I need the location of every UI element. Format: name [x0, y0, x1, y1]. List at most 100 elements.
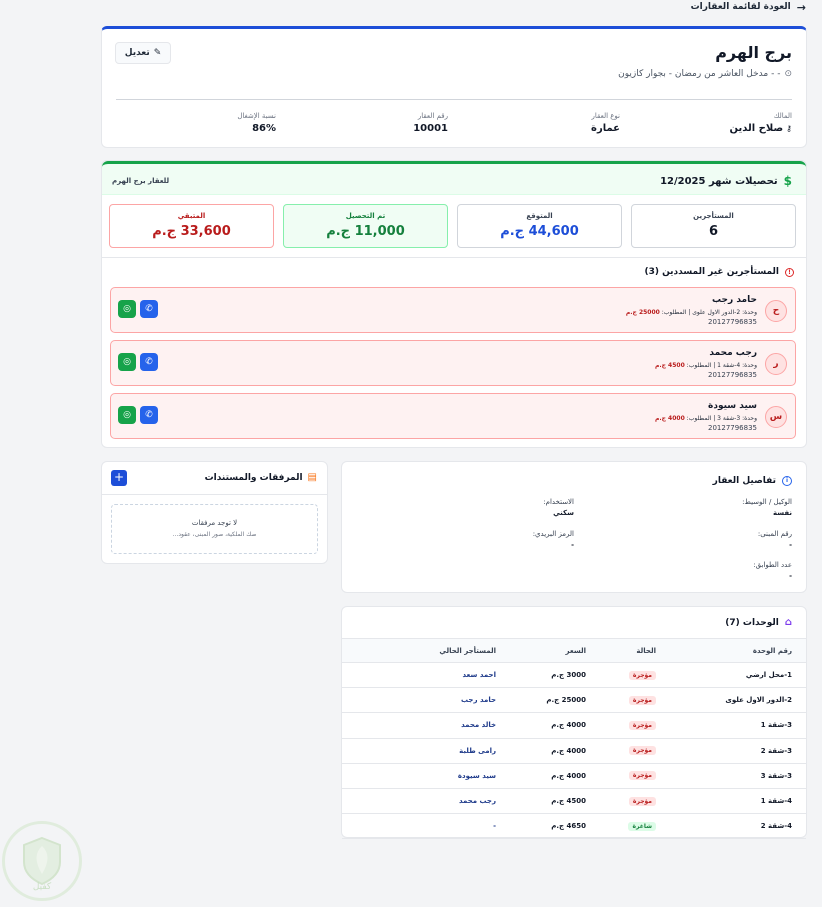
- unit-status: شاغرة: [586, 813, 656, 840]
- call-button[interactable]: ✆: [140, 406, 158, 424]
- avatar: ر: [765, 353, 787, 375]
- attachments-title: ▤ المرفقات والمستندات: [205, 472, 317, 483]
- unpaid-tenant-row: ح حامد رجب وحدة: 2-الدور الاول علوى | ال…: [110, 287, 796, 333]
- table-row[interactable]: 3-شقة 2 مؤجرة 4000 ج.م رامى طلبة: [342, 738, 806, 764]
- empty-hint: صك الملكية، صور المبنى، عقود...: [172, 531, 257, 538]
- collections-header: $ تحصيلات شهر 12/2025 للعقار برج الهرم: [102, 161, 806, 195]
- stat-expected-value: 44,600 ج.م: [500, 224, 579, 239]
- tenant-phone: 20127796835: [708, 371, 757, 379]
- meta-occupancy-value: 86%: [252, 123, 276, 134]
- property-header-card: برج الهرم ⊙ - - مدخل العاشر من رمضان - ب…: [101, 26, 807, 148]
- table-row[interactable]: 2-الدور الاول علوى مؤجرة 25000 ج.م حامد …: [342, 687, 806, 714]
- unit-tenant[interactable]: -: [342, 813, 496, 840]
- edit-icon: ✎: [153, 48, 162, 58]
- dollar-icon: $: [783, 174, 792, 188]
- status-badge: مؤجرة: [628, 796, 656, 806]
- add-attachment-button[interactable]: +: [111, 470, 127, 486]
- tenant-amount-due: 4000 ج.م: [654, 415, 685, 422]
- unit-tenant[interactable]: رجب محمد: [342, 788, 496, 815]
- stat-tenants-label: المستأجرين: [693, 212, 734, 220]
- col-status: الحالة: [586, 638, 656, 663]
- collections-divider: [102, 257, 806, 258]
- empty-title: لا توجد مرفقات: [191, 519, 238, 527]
- tenant-unit-info: وحدة: 3-شقة 3 | المطلوب:: [686, 415, 757, 422]
- unpaid-heading-text: المستأجرين غير المسددين (3): [644, 267, 779, 277]
- whatsapp-button[interactable]: ◎: [118, 300, 136, 318]
- unit-tenant[interactable]: سيد سيودة: [342, 763, 496, 789]
- table-row[interactable]: 3-شقة 1 مؤجرة 4000 ج.م خالد محمد: [342, 712, 806, 739]
- meta-occupancy: نسبة الإشغال 86%: [237, 112, 276, 134]
- user-key-icon: ⚷: [786, 124, 792, 133]
- collections-card: $ تحصيلات شهر 12/2025 للعقار برج الهرم ا…: [101, 160, 807, 448]
- field-postal-value: -: [571, 541, 574, 549]
- tenant-amount-due: 25000 ج.م: [625, 309, 660, 316]
- phone-icon: ✆: [145, 410, 153, 420]
- unpaid-tenant-row: ر رجب محمد وحدة: 4-شقة 1 | المطلوب: 4500…: [110, 340, 796, 386]
- units-title: ⌂ الوحدات (7): [725, 617, 792, 628]
- unit-tenant[interactable]: رامى طلبة: [342, 738, 496, 764]
- stat-expected: المتوقع 44,600 ج.م: [457, 204, 622, 248]
- back-to-properties-link[interactable]: → العودة لقائمة العقارات: [691, 0, 806, 14]
- stat-remaining: المتبقي 33,600 ج.م: [109, 204, 274, 248]
- document-icon: ▤: [307, 472, 317, 483]
- details-title-text: تفاصيل العقار: [712, 476, 776, 486]
- meta-number: رقم العقار 10001: [413, 112, 448, 134]
- tenant-phone: 20127796835: [708, 424, 757, 432]
- unit-tenant[interactable]: خالد محمد: [342, 712, 496, 739]
- field-building-no-label: رقم المبنى:: [757, 530, 792, 538]
- owner-name: صلاح الدين: [729, 123, 784, 134]
- units-header-row: رقم الوحدة الحالة السعر المستأجر الحالي: [342, 638, 806, 663]
- field-agent-label: الوكيل / الوسيط:: [742, 498, 792, 506]
- unit-status: مؤجرة: [586, 763, 656, 789]
- table-row[interactable]: 3-شقة 3 مؤجرة 4000 ج.م سيد سيودة: [342, 763, 806, 789]
- attachments-divider: [102, 494, 327, 495]
- field-agent-value: نفسة: [772, 509, 792, 517]
- property-address: ⊙ - - مدخل العاشر من رمضان - بجوار كازيو…: [618, 69, 792, 79]
- whatsapp-button[interactable]: ◎: [118, 406, 136, 424]
- property-title: برج الهرم: [715, 43, 792, 62]
- whatsapp-icon: ◎: [123, 304, 131, 314]
- unit-tenant[interactable]: حامد رجب: [342, 687, 496, 714]
- meta-type-value: عمارة: [591, 123, 620, 134]
- address-text: - - مدخل العاشر من رمضان - بجوار كازيون: [618, 69, 781, 79]
- call-button[interactable]: ✆: [140, 353, 158, 371]
- info-icon: i: [782, 476, 792, 486]
- units-table: رقم الوحدة الحالة السعر المستأجر الحالي …: [342, 638, 806, 840]
- meta-owner: المالك ⚷ صلاح الدين: [729, 112, 792, 134]
- col-price: السعر: [496, 638, 586, 663]
- field-usage: الاستخدام: سكني: [543, 498, 574, 517]
- table-row[interactable]: 1-محل ارضي مؤجرة 3000 ج.م احمد سعد: [342, 662, 806, 689]
- collections-subtitle: للعقار برج الهرم: [112, 177, 170, 185]
- status-badge: مؤجرة: [628, 695, 656, 705]
- table-row[interactable]: 4-شقة 2 شاغرة 4650 ج.م -: [342, 813, 806, 840]
- status-badge: مؤجرة: [628, 720, 656, 730]
- details-title: i تفاصيل العقار: [713, 476, 792, 486]
- stat-collected-value: 11,000 ج.م: [326, 224, 405, 239]
- status-badge: شاغرة: [628, 821, 656, 831]
- tenant-name: سيد سيودة: [708, 401, 757, 411]
- header-divider: [116, 99, 792, 100]
- unit-number: 3-شقة 3: [656, 763, 806, 789]
- field-floors: عدد الطوابق: -: [753, 561, 792, 580]
- stat-collected-label: تم التحصيل: [345, 212, 386, 220]
- meta-owner-label: المالك: [773, 112, 792, 120]
- units-card: ⌂ الوحدات (7) رقم الوحدة الحالة السعر ال…: [341, 606, 807, 840]
- tenant-phone: 20127796835: [708, 318, 757, 326]
- stat-tenants-value: 6: [708, 224, 719, 239]
- edit-property-button[interactable]: ✎ تعديل: [115, 42, 171, 64]
- call-button[interactable]: ✆: [140, 300, 158, 318]
- unit-price: 25000 ج.م: [496, 687, 586, 714]
- tenant-name: رجب محمد: [709, 348, 757, 358]
- table-row[interactable]: 4-شقة 1 مؤجرة 4500 ج.م رجب محمد: [342, 788, 806, 815]
- col-current-tenant: المستأجر الحالي: [342, 638, 496, 663]
- avatar: ح: [765, 300, 787, 322]
- unit-tenant[interactable]: احمد سعد: [342, 662, 496, 689]
- attachments-empty-state: لا توجد مرفقات صك الملكية، صور المبنى، ع…: [111, 504, 318, 554]
- unit-status: مؤجرة: [586, 712, 656, 739]
- whatsapp-button[interactable]: ◎: [118, 353, 136, 371]
- meta-number-value: 10001: [413, 123, 448, 134]
- meta-owner-value: ⚷ صلاح الدين: [729, 123, 792, 134]
- field-building-no-value: -: [789, 541, 792, 549]
- home-icon: ⌂: [784, 617, 792, 628]
- phone-icon: ✆: [145, 304, 153, 314]
